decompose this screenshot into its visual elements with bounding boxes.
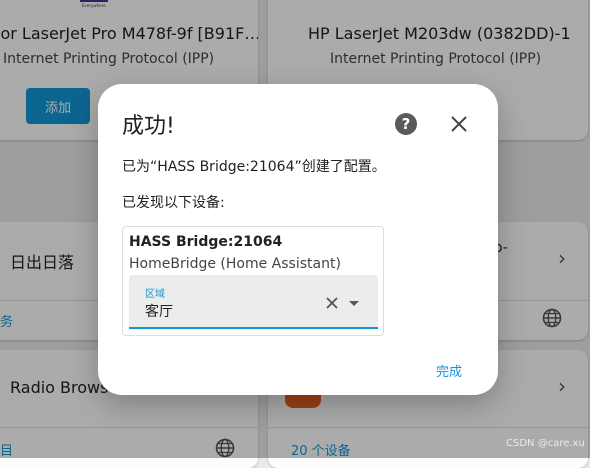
success-message: 已为“HASS Bridge:21064”创建了配置。 (122, 159, 386, 175)
device-model: HomeBridge (Home Assistant) (129, 256, 341, 272)
device-name: HASS Bridge:21064 (129, 234, 283, 250)
area-value[interactable]: 客厅 (145, 301, 173, 321)
chevron-down-icon[interactable] (349, 301, 359, 306)
device-entry: HASS Bridge:21064 HomeBridge (Home Assis… (122, 226, 384, 336)
watermark: CSDN @care.xu (506, 438, 585, 449)
area-label: 区域 (145, 289, 165, 300)
config-success-dialog: 成功! ? 已为“HASS Bridge:21064”创建了配置。 已发现以下设… (98, 84, 498, 395)
done-button[interactable]: 完成 (436, 361, 462, 380)
discovered-devices-label: 已发现以下设备: (122, 195, 225, 211)
clear-icon[interactable] (325, 296, 339, 310)
help-icon[interactable]: ? (395, 113, 417, 135)
area-select[interactable]: 区域 客厅 (129, 275, 378, 329)
close-icon[interactable] (448, 113, 470, 135)
dialog-title: 成功! (122, 114, 175, 139)
